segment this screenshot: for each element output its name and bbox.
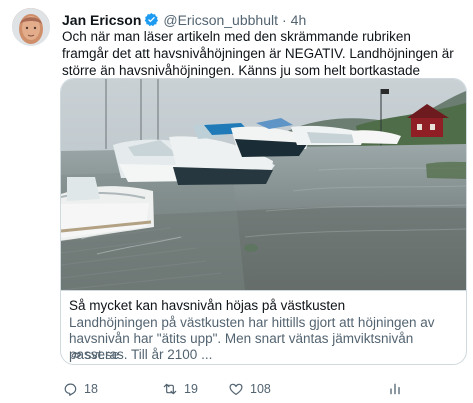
link-icon [71,352,81,359]
tweet-actions: 18 19 108 [62,381,457,399]
card-domain-text[interactable]: svt.se [85,347,119,362]
reply-button[interactable]: 18 [62,381,98,397]
card-image[interactable] [61,79,466,290]
author-handle[interactable]: @Ericson_ubbhult [163,12,278,28]
reply-icon [64,383,77,396]
analytics-icon [390,383,400,395]
link-card[interactable]: Så mycket kan havsnivån höjas på västkus… [60,78,467,365]
retweet-icon [163,383,177,395]
timestamp[interactable]: 4h [291,12,307,28]
verified-badge-icon [145,12,159,27]
retweet-count: 19 [184,382,198,396]
card-body[interactable]: Så mycket kan havsnivån höjas på västkus… [61,290,466,362]
separator-dot: · [282,11,287,28]
card-description: Landhöjningen på västkusten har hittills… [69,315,435,362]
card-domain[interactable]: svt.se [69,347,119,362]
retweet-button[interactable]: 19 [162,381,198,397]
like-button[interactable]: 108 [228,381,271,397]
author-name[interactable]: Jan Ericson [62,12,141,28]
avatar[interactable] [12,8,50,46]
card-title[interactable]: Så mycket kan havsnivån höjas på västkus… [69,297,461,314]
flooded-harbor-image [61,79,466,290]
heart-icon [229,383,243,395]
tweet-header: Jan Ericson @Ericson_ubbhult · 4h [62,11,306,28]
avatar-image [12,8,50,46]
reply-count: 18 [84,382,98,396]
like-count: 108 [250,382,271,396]
analytics-button[interactable] [387,381,409,397]
